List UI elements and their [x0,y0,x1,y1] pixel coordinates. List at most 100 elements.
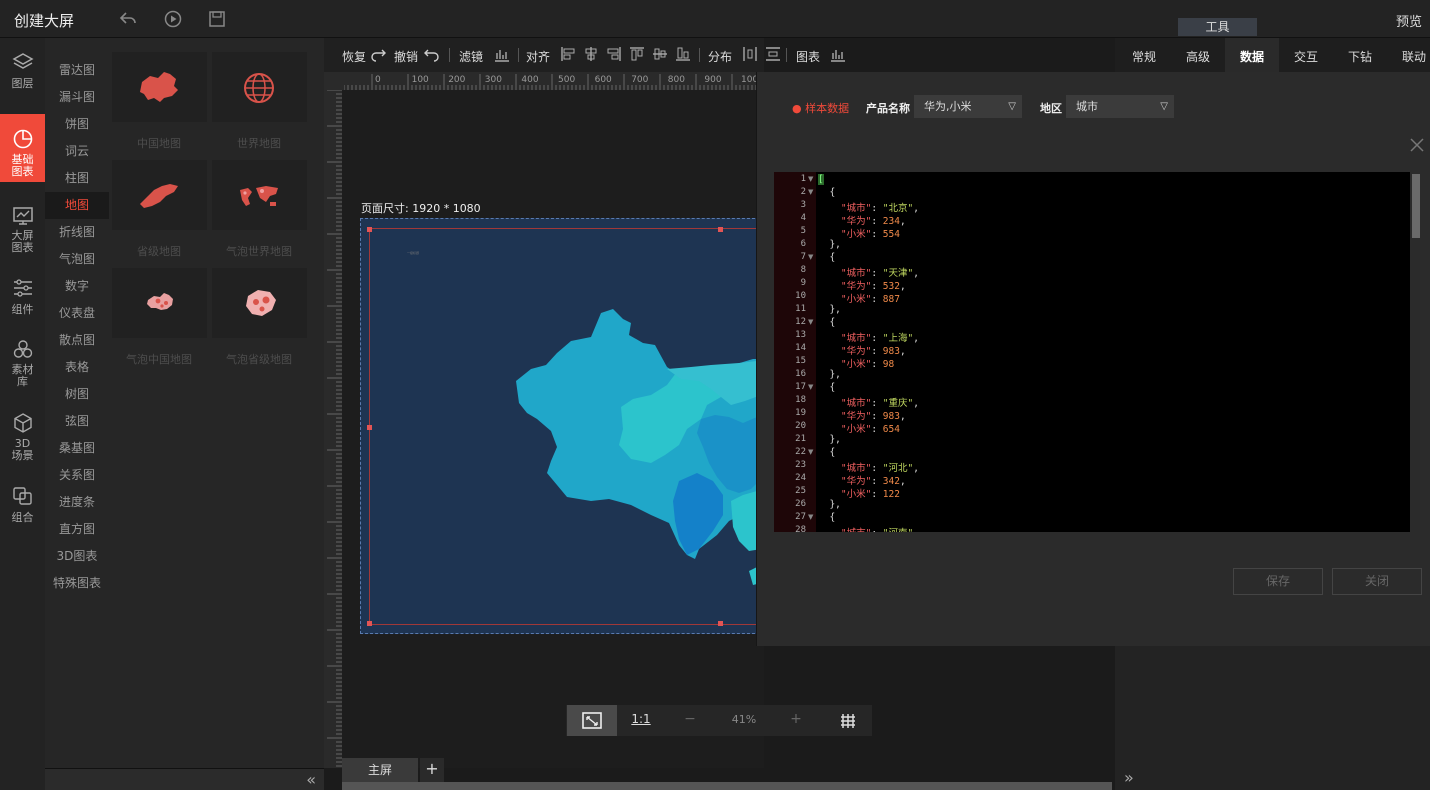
region-select-value: 城市 [1076,100,1098,113]
distribute-button[interactable]: 分布 [708,48,732,65]
fold-icon[interactable]: ▼ [808,175,813,183]
thumb-bubble-china-map[interactable] [112,268,207,338]
category-item[interactable]: 饼图 [45,111,109,138]
category-item[interactable]: 树图 [45,381,109,408]
chart-button[interactable]: 图表 [796,48,820,65]
category-item[interactable]: 进度条 [45,489,109,516]
close-icon[interactable] [1409,137,1425,153]
collapse-right-icon[interactable]: » [1124,768,1134,787]
nav-item-basic-charts[interactable]: 基础 图表 [0,114,45,182]
collapse-left-icon[interactable]: « [306,770,316,789]
category-item[interactable]: 特殊图表 [45,570,109,597]
category-item[interactable]: 折线图 [45,219,109,246]
tab-3[interactable]: 交互 [1294,48,1318,65]
fold-icon[interactable]: ▼ [808,513,813,521]
grid-button[interactable] [824,705,872,736]
vertical-ruler[interactable] [324,90,342,768]
undo-icon[interactable] [118,9,138,29]
thumb-province-map[interactable] [112,160,207,230]
nav-label: 组合 [11,511,34,524]
chart-icon[interactable] [830,46,846,62]
fit-screen-button[interactable] [567,705,617,736]
align-center-icon[interactable] [583,46,599,62]
china-map-render[interactable] [361,219,760,634]
tab-5[interactable]: 联动 [1402,48,1426,65]
play-icon[interactable] [163,9,183,29]
category-item[interactable]: 柱图 [45,165,109,192]
fold-icon[interactable]: ▼ [808,448,813,456]
nav-item-assets[interactable]: 素材 库 [0,338,45,388]
align-top-icon[interactable] [629,46,645,62]
category-item[interactable]: 数字 [45,273,109,300]
product-select[interactable]: 华为,小米 ▽ [914,95,1022,118]
horizontal-ruler[interactable]: 0 100 200 300 400 500 600 700 800 900 1000 [344,72,764,90]
nav-item-screen-charts[interactable]: 大屏 图表 [0,206,45,254]
json-code-editor[interactable]: 1 ▼ 2 ▼ 3 4 5 6 7 ▼ 8 9 10 11 12 ▼ 13 14 15 16 17 ▼ 18 19 20 21 22… [774,172,1422,532]
page-tabs: 主屏 + [342,758,784,782]
category-item[interactable]: 地图 [45,192,109,219]
tab-4[interactable]: 下钻 [1348,48,1372,65]
category-item[interactable]: 弦图 [45,408,109,435]
align-button[interactable]: 对齐 [526,48,550,65]
align-middle-icon[interactable] [652,46,668,62]
nav-item-components[interactable]: 组件 [0,278,45,316]
tab-main-screen[interactable]: 主屏 [342,758,418,782]
redo-icon[interactable] [370,46,386,62]
fold-icon[interactable]: ▼ [808,188,813,196]
ratio-button[interactable]: 1:1 [617,705,665,736]
zoom-out-button[interactable]: − [666,705,714,736]
fold-icon[interactable]: ▼ [808,383,813,391]
undo-button[interactable]: 撤销 [394,48,418,65]
tab-2[interactable]: 数据 [1240,48,1264,65]
nav-item-layers[interactable]: 图层 [0,52,45,90]
zoom-in-button[interactable]: + [772,705,820,736]
line-number: 18 [795,395,806,405]
thumb-world-map[interactable] [212,52,307,122]
distribute-h-icon[interactable] [742,46,758,62]
category-item[interactable]: 散点图 [45,327,109,354]
category-item[interactable]: 气泡图 [45,246,109,273]
align-right-icon[interactable] [606,46,622,62]
category-item[interactable]: 桑基图 [45,435,109,462]
tool-tab[interactable]: 工具 [1178,18,1257,36]
tab-0[interactable]: 常规 [1132,48,1156,65]
category-item[interactable]: 漏斗图 [45,84,109,111]
fold-icon[interactable]: ▼ [808,253,813,261]
tab-1[interactable]: 高级 [1186,48,1210,65]
filter-button[interactable]: 滤镜 [459,48,483,65]
nav-label: 素材 库 [11,363,34,388]
horizontal-scrollbar[interactable] [342,782,1112,790]
category-item[interactable]: 关系图 [45,462,109,489]
line-number: 27 [795,512,806,522]
save-button[interactable]: 保存 [1233,568,1323,595]
align-bottom-icon[interactable] [675,46,691,62]
category-item[interactable]: 仪表盘 [45,300,109,327]
distribute-v-icon[interactable] [764,46,782,62]
region-select[interactable]: 城市 ▽ [1066,95,1174,118]
ruler-label: 300 [485,75,502,85]
category-item[interactable]: 3D图表 [45,543,109,570]
sample-data-link[interactable]: ● 样本数据 [792,100,849,116]
category-item[interactable]: 词云 [45,138,109,165]
category-item[interactable]: 直方图 [45,516,109,543]
align-left-icon[interactable] [560,46,576,62]
thumb-bubble-province-map[interactable] [212,268,307,338]
preview-button[interactable]: 预览 [1396,11,1422,30]
fold-icon[interactable]: ▼ [808,318,813,326]
save-icon[interactable] [207,9,227,29]
thumb-china-map[interactable] [112,52,207,122]
redo-button[interactable]: 恢复 [342,48,366,65]
line-number: 28 [795,525,806,532]
editor-scroll-thumb[interactable] [1412,174,1420,238]
nav-item-combine[interactable]: 组合 [0,486,45,524]
filter-chart-icon[interactable] [494,46,510,62]
undo-icon[interactable] [424,46,440,62]
close-button[interactable]: 关闭 [1332,568,1422,595]
thumb-bubble-world-map[interactable] [212,160,307,230]
nav-item-3d-scene[interactable]: 3D 场景 [0,412,45,462]
code-line: "华为": 532, [840,281,906,292]
category-item[interactable]: 雷达图 [45,57,109,84]
category-item[interactable]: 表格 [45,354,109,381]
canvas-stage[interactable]: 一级标题 [360,218,760,634]
add-page-button[interactable]: + [420,758,444,782]
